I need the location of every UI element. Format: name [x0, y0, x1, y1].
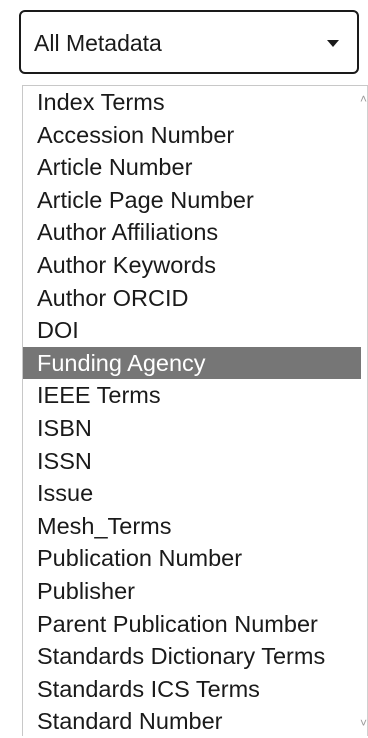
dropdown-option[interactable]: DOI — [23, 314, 361, 347]
metadata-select[interactable]: All Metadata — [19, 10, 359, 74]
dropdown-option[interactable]: IEEE Terms — [23, 379, 361, 412]
caret-down-icon[interactable] — [327, 40, 339, 47]
dropdown-option[interactable]: Author ORCID — [23, 282, 361, 315]
select-value: All Metadata — [34, 30, 162, 56]
dropdown-option[interactable]: Publication Number — [23, 542, 361, 575]
dropdown-option[interactable]: Accession Number — [23, 119, 361, 152]
dropdown-option[interactable]: ISSN — [23, 445, 361, 478]
dropdown-option[interactable]: Article Number — [23, 151, 361, 184]
dropdown-option[interactable]: ISBN — [23, 412, 361, 445]
dropdown-option[interactable]: Author Keywords — [23, 249, 361, 282]
scroll-down-icon[interactable]: ˅ — [360, 716, 367, 730]
dropdown-option[interactable]: Standards Dictionary Terms — [23, 640, 361, 673]
dropdown-option[interactable]: Standard Number — [23, 705, 361, 738]
scroll-up-icon[interactable]: ˄ — [360, 92, 367, 106]
dropdown-option[interactable]: Standards ICS Terms — [23, 673, 361, 706]
dropdown-options: Index Terms Accession Number Article Numbe… — [23, 86, 361, 738]
dropdown-option[interactable]: Author Affiliations — [23, 216, 361, 249]
dropdown-option[interactable]: Publisher — [23, 575, 361, 608]
dropdown-option[interactable]: Parent Publication Number — [23, 608, 361, 641]
dropdown-option[interactable]: Funding Agency — [23, 346, 361, 380]
dropdown-option[interactable]: Mesh_Terms — [23, 510, 361, 543]
dropdown-option[interactable]: Article Page Number — [23, 184, 361, 217]
dropdown-option[interactable]: Index Terms — [23, 86, 361, 119]
dropdown-option[interactable]: Issue — [23, 477, 361, 510]
